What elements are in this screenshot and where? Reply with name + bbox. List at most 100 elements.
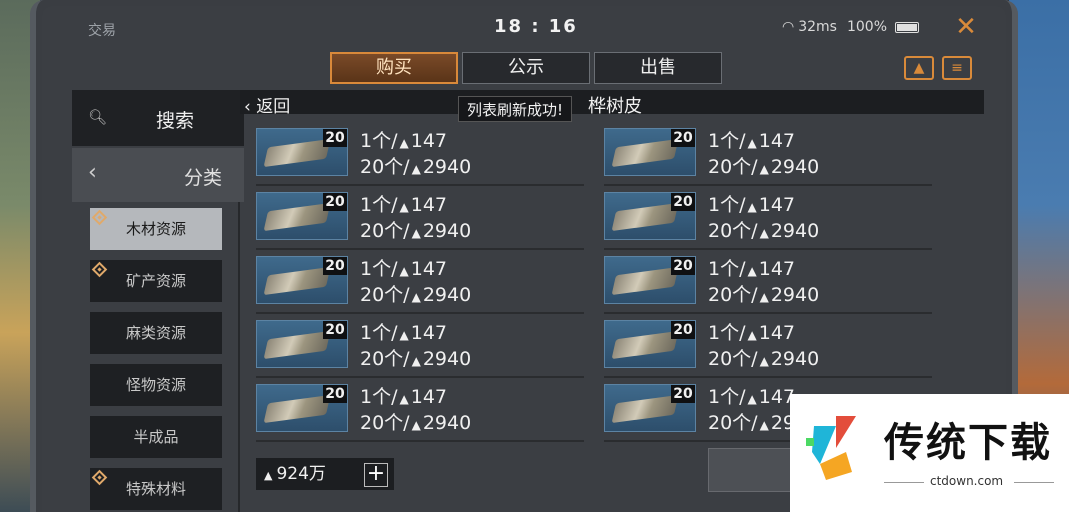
listing-card[interactable]: 201个/▲14720个/▲2940 (256, 254, 584, 314)
total-price: 20个/▲2940 (360, 152, 471, 179)
close-icon[interactable]: ✕ (952, 14, 980, 42)
birch-bark-icon (611, 202, 679, 232)
category-semi-finished[interactable]: 半成品 (90, 416, 222, 458)
category-button[interactable]: ‹ 分类 (72, 148, 244, 202)
quantity-badge: 20 (671, 321, 695, 339)
total-price: 20个/▲2940 (708, 152, 819, 179)
listing-card[interactable]: 201个/▲14720个/▲2940 (256, 126, 584, 186)
category-label: 特殊材料 (125, 480, 186, 498)
sidebar-divider (238, 202, 240, 512)
unit-price: 1个/▲ 147 (360, 126, 447, 153)
category-hemp[interactable]: 麻类资源 (90, 312, 222, 354)
status-indicators: ◠ 32ms 100% (782, 19, 919, 35)
category-label: 半成品 (133, 428, 179, 446)
total-label: 20个/ (360, 284, 410, 306)
unit-price-value: 147 (758, 258, 795, 280)
total-price: 20个/▲2940 (360, 216, 471, 243)
birch-bark-icon (611, 394, 679, 424)
item-thumbnail: 20 (604, 384, 696, 432)
total-price: 20个/▲2940 (708, 280, 819, 307)
unit-label: 1个/ (360, 194, 398, 216)
tab-sell[interactable]: 出售 (594, 52, 722, 84)
tab-buy[interactable]: 购买 (330, 52, 458, 84)
listing-card[interactable]: 20 1个/▲14720个/▲2940 (604, 318, 932, 378)
trade-tabs: 购买 公示 出售 (330, 52, 722, 84)
total-price: 20个/▲2940 (360, 280, 471, 307)
unit-label: 1个/ (360, 258, 398, 280)
tab-announce[interactable]: 公示 (462, 52, 590, 84)
quantity-badge: 20 (323, 193, 347, 211)
item-thumbnail: 20 (604, 256, 696, 304)
unit-price-value: 147 (410, 130, 447, 152)
total-price: 20个/▲2940 (360, 344, 471, 371)
listing-card[interactable]: 20 1个/▲14720个/▲2940 (256, 318, 584, 378)
total-price: 20个/▲2940 (708, 216, 819, 243)
category-ore[interactable]: 矿产资源 (90, 260, 222, 302)
unit-price: 1个/▲ 147 (708, 254, 795, 281)
watermark-logo (806, 416, 856, 480)
coin-icon: ▲ (411, 226, 421, 240)
coin-icon: ▲ (759, 290, 769, 304)
coin-icon: ▲ (411, 290, 421, 304)
category-label: 分类 (184, 167, 223, 189)
coin-icon: ▲ (747, 392, 757, 406)
category-special[interactable]: 特殊材料 (90, 468, 222, 510)
unit-price: 1个/▲ 147 (360, 318, 447, 345)
listing-card[interactable]: 201个/▲14720个/▲2940 (256, 190, 584, 250)
back-button[interactable]: ‹ 返回 (244, 92, 290, 117)
unit-label: 1个/ (708, 322, 746, 344)
quantity-badge: 20 (323, 321, 347, 339)
total-price-value: 2940 (770, 220, 820, 242)
birch-bark-icon (263, 266, 331, 296)
unit-price: 1个/▲ 147 (708, 382, 795, 409)
refresh-toast: 列表刷新成功! (458, 96, 573, 122)
item-thumbnail: 20 (256, 256, 348, 304)
category-wood[interactable]: 木材资源 (90, 208, 222, 250)
coin-icon: ▲ (411, 354, 421, 368)
category-label: 矿产资源 (125, 272, 186, 290)
unit-price: 1个/▲ 147 (708, 126, 795, 153)
coin-icon: ▲ (759, 226, 769, 240)
total-price-value: 2940 (422, 284, 472, 306)
notes-icon[interactable]: ≡ (942, 56, 972, 80)
unit-label: 1个/ (360, 322, 398, 344)
coin-icon: ▲ (411, 162, 421, 176)
coin-icon: ▲ (747, 200, 757, 214)
listing-card[interactable]: 201个/▲14720个/▲2940 (604, 254, 932, 314)
add-currency-button[interactable]: + (364, 463, 388, 487)
quantity-badge: 20 (671, 193, 695, 211)
total-price: 20个/▲2940 (360, 408, 471, 435)
total-price: 20个/▲2940 (708, 344, 819, 371)
category-label: 麻类资源 (125, 324, 186, 342)
category-monster[interactable]: 怪物资源 (90, 364, 222, 406)
unit-label: 1个/ (708, 130, 746, 152)
coin-icon: ▲ (759, 162, 769, 176)
total-price-value: 2940 (770, 156, 820, 178)
birch-bark-icon (611, 138, 679, 168)
new-badge-icon (91, 261, 108, 278)
unit-label: 1个/ (708, 258, 746, 280)
item-thumbnail: 20 (256, 192, 348, 240)
hierarchy-icon[interactable]: ▲ (904, 56, 934, 80)
unit-price-value: 147 (758, 194, 795, 216)
search-button[interactable]: 🔍︎ 搜索 (72, 90, 244, 146)
quantity-badge: 20 (671, 257, 695, 275)
new-badge-icon (91, 469, 108, 486)
listing-card[interactable]: 201个/▲14720个/▲2940 (604, 190, 932, 250)
listing-card[interactable]: 201个/▲14720个/▲2940 (256, 382, 584, 442)
coin-icon: ▲ (747, 136, 757, 150)
listing-card[interactable]: 201个/▲14720个/▲2940 (604, 126, 932, 186)
birch-bark-icon (611, 266, 679, 296)
quantity-badge: 20 (323, 257, 347, 275)
birch-bark-icon (263, 202, 331, 232)
total-price-value: 2940 (422, 220, 472, 242)
unit-price-value: 147 (758, 130, 795, 152)
unit-label: 1个/ (360, 130, 398, 152)
unit-price: 1个/▲ 147 (708, 318, 795, 345)
quantity-badge: 20 (323, 129, 347, 147)
total-label: 20个/ (708, 412, 758, 434)
chevron-left-icon: ‹ (88, 160, 97, 185)
coin-icon: ▲ (399, 328, 409, 342)
item-thumbnail: 20 (256, 128, 348, 176)
chevron-left-icon: ‹ (244, 97, 251, 117)
